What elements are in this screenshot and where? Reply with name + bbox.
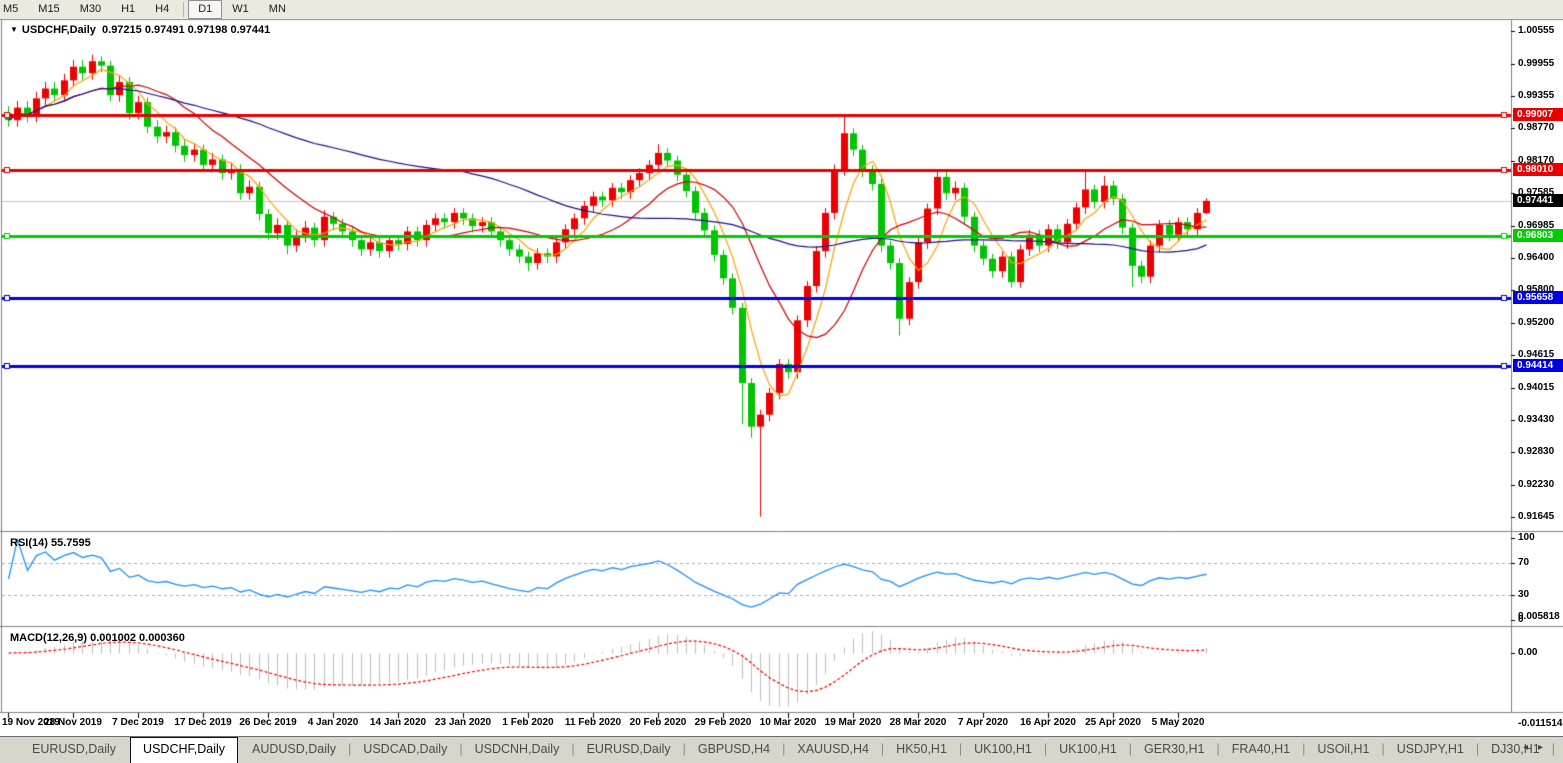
date-tick-label: 26 Dec 2019 xyxy=(239,717,296,728)
price-tick-label: 0.96400 xyxy=(1518,252,1554,263)
chart-tab-usdcnh-daily[interactable]: USDCNH,Daily xyxy=(463,737,572,763)
symbol-period-label: USDCHF,Daily xyxy=(22,24,96,36)
level-price-label: 0.98010 xyxy=(1513,163,1563,176)
date-tick-label: 1 Feb 2020 xyxy=(502,717,553,728)
macd-indicator-label: MACD(12,26,9) 0.001002 0.000360 xyxy=(10,632,185,644)
level-price-label: 0.96803 xyxy=(1513,229,1563,242)
chart-tab-usdchf-daily[interactable]: USDCHF,Daily xyxy=(130,737,238,763)
timeframe-button-m30[interactable]: M30 xyxy=(70,0,111,19)
date-tick-label: 5 May 2020 xyxy=(1152,717,1205,728)
chart-tab-eurusd-daily[interactable]: EURUSD,Daily xyxy=(20,737,128,763)
macd-tick-label: -0.011514 xyxy=(1518,718,1563,729)
toolbar-separator xyxy=(183,2,184,17)
price-tick-label: 0.98770 xyxy=(1518,122,1554,133)
chart-tab-gbpusd-h4[interactable]: GBPUSD,H4 xyxy=(686,737,782,763)
date-tick-label: 11 Feb 2020 xyxy=(565,717,621,728)
chart-tab-bar: EURUSD,DailyUSDCHF,DailyAUDUSD,Daily|USD… xyxy=(0,736,1563,763)
timeframe-button-h1[interactable]: H1 xyxy=(111,0,145,19)
chart-title: ▼ USDCHF,Daily 0.97215 0.97491 0.97198 0.… xyxy=(10,24,270,36)
price-tick-label: 0.99355 xyxy=(1518,90,1554,101)
rsi-tick-label: 30 xyxy=(1518,589,1529,600)
date-tick-label: 29 Feb 2020 xyxy=(695,717,752,728)
timeframe-button-mn[interactable]: MN xyxy=(259,0,296,19)
date-tick-label: 7 Apr 2020 xyxy=(958,717,1008,728)
rsi-tick-label: 100 xyxy=(1518,532,1535,543)
timeframe-button-w1[interactable]: W1 xyxy=(222,0,259,19)
price-tick-label: 0.91645 xyxy=(1518,511,1554,522)
chart-tab-xauusd-h4[interactable]: XAUUSD,H4 xyxy=(785,737,881,763)
date-tick-label: 7 Dec 2019 xyxy=(112,717,164,728)
date-tick-label: 28 Nov 2019 xyxy=(44,717,102,728)
price-tick-label: 0.92230 xyxy=(1518,479,1554,490)
price-tick-label: 1.00555 xyxy=(1518,25,1554,36)
price-tick-label: 0.95200 xyxy=(1518,317,1554,328)
date-tick-label: 20 Feb 2020 xyxy=(630,717,687,728)
timeframe-toolbar: M5M15M30H1H4 D1W1MN xyxy=(0,0,1563,20)
date-tick-label: 17 Dec 2019 xyxy=(174,717,231,728)
ohlc-values: 0.97215 0.97491 0.97198 0.97441 xyxy=(102,24,270,36)
chart-tab-eurusd-daily[interactable]: EURUSD,Daily xyxy=(575,737,683,763)
chart-tab-ger30-h1[interactable]: GER30,H1 xyxy=(1132,737,1216,763)
date-tick-label: 23 Jan 2020 xyxy=(435,717,491,728)
chart-tab-audusd-daily[interactable]: AUDUSD,Daily xyxy=(240,737,348,763)
level-price-label: 0.95658 xyxy=(1513,291,1563,304)
price-tick-label: 0.99955 xyxy=(1518,58,1554,69)
chart-tab-uk100-h1[interactable]: UK100,H1 xyxy=(962,737,1044,763)
rsi-tick-label: 70 xyxy=(1518,557,1529,568)
rsi-indicator-label: RSI(14) 55.7595 xyxy=(10,537,91,549)
date-tick-label: 14 Jan 2020 xyxy=(370,717,426,728)
price-tick-label: 0.94015 xyxy=(1518,382,1554,393)
timeframe-button-m5[interactable]: M5 xyxy=(0,0,28,19)
timeframe-button-d1[interactable]: D1 xyxy=(188,0,222,19)
level-price-label: 0.94414 xyxy=(1513,359,1563,372)
mt4-usdchf-chart-window: { "toolbar":{"timeframes":[ {"label":"M5… xyxy=(0,0,1563,762)
collapse-caret-icon[interactable]: ▼ xyxy=(10,25,18,34)
date-tick-label: 4 Jan 2020 xyxy=(308,717,359,728)
date-tick-label: 25 Apr 2020 xyxy=(1085,717,1141,728)
date-tick-label: 28 Mar 2020 xyxy=(890,717,947,728)
chart-tab-usdcad-daily[interactable]: USDCAD,Daily xyxy=(351,737,459,763)
chart-tab-uk100-h1[interactable]: UK100,H1 xyxy=(1047,737,1129,763)
tab-scroll-arrows[interactable]: ◂▸ xyxy=(1523,742,1553,753)
main-chart-canvas[interactable] xyxy=(0,19,1563,762)
level-price-label: 0.99007 xyxy=(1513,108,1563,121)
timeframe-button-m15[interactable]: M15 xyxy=(28,0,69,19)
chart-tab-usoil-h1[interactable]: USOil,H1 xyxy=(1305,737,1381,763)
macd-tick-label: 0.005818 xyxy=(1518,611,1560,622)
price-tick-label: 0.92830 xyxy=(1518,446,1554,457)
current-price-label: 0.97441 xyxy=(1513,194,1563,207)
tabbar-pad xyxy=(0,737,20,763)
date-tick-label: 16 Apr 2020 xyxy=(1020,717,1076,728)
price-tick-label: 0.93430 xyxy=(1518,414,1554,425)
chart-tab-hk50-h1[interactable]: HK50,H1 xyxy=(884,737,959,763)
chart-tab-usdjpy-h1[interactable]: USDJPY,H1 xyxy=(1385,737,1476,763)
tab-scroll-left-icon[interactable]: ◂ xyxy=(1523,742,1538,753)
macd-tick-label: 0.00 xyxy=(1518,647,1537,658)
timeframe-button-h4[interactable]: H4 xyxy=(145,0,179,19)
date-tick-label: 10 Mar 2020 xyxy=(760,717,817,728)
date-tick-label: 19 Mar 2020 xyxy=(825,717,882,728)
chart-tab-fra40-h1[interactable]: FRA40,H1 xyxy=(1220,737,1302,763)
tab-scroll-right-icon[interactable]: ▸ xyxy=(1538,742,1553,753)
